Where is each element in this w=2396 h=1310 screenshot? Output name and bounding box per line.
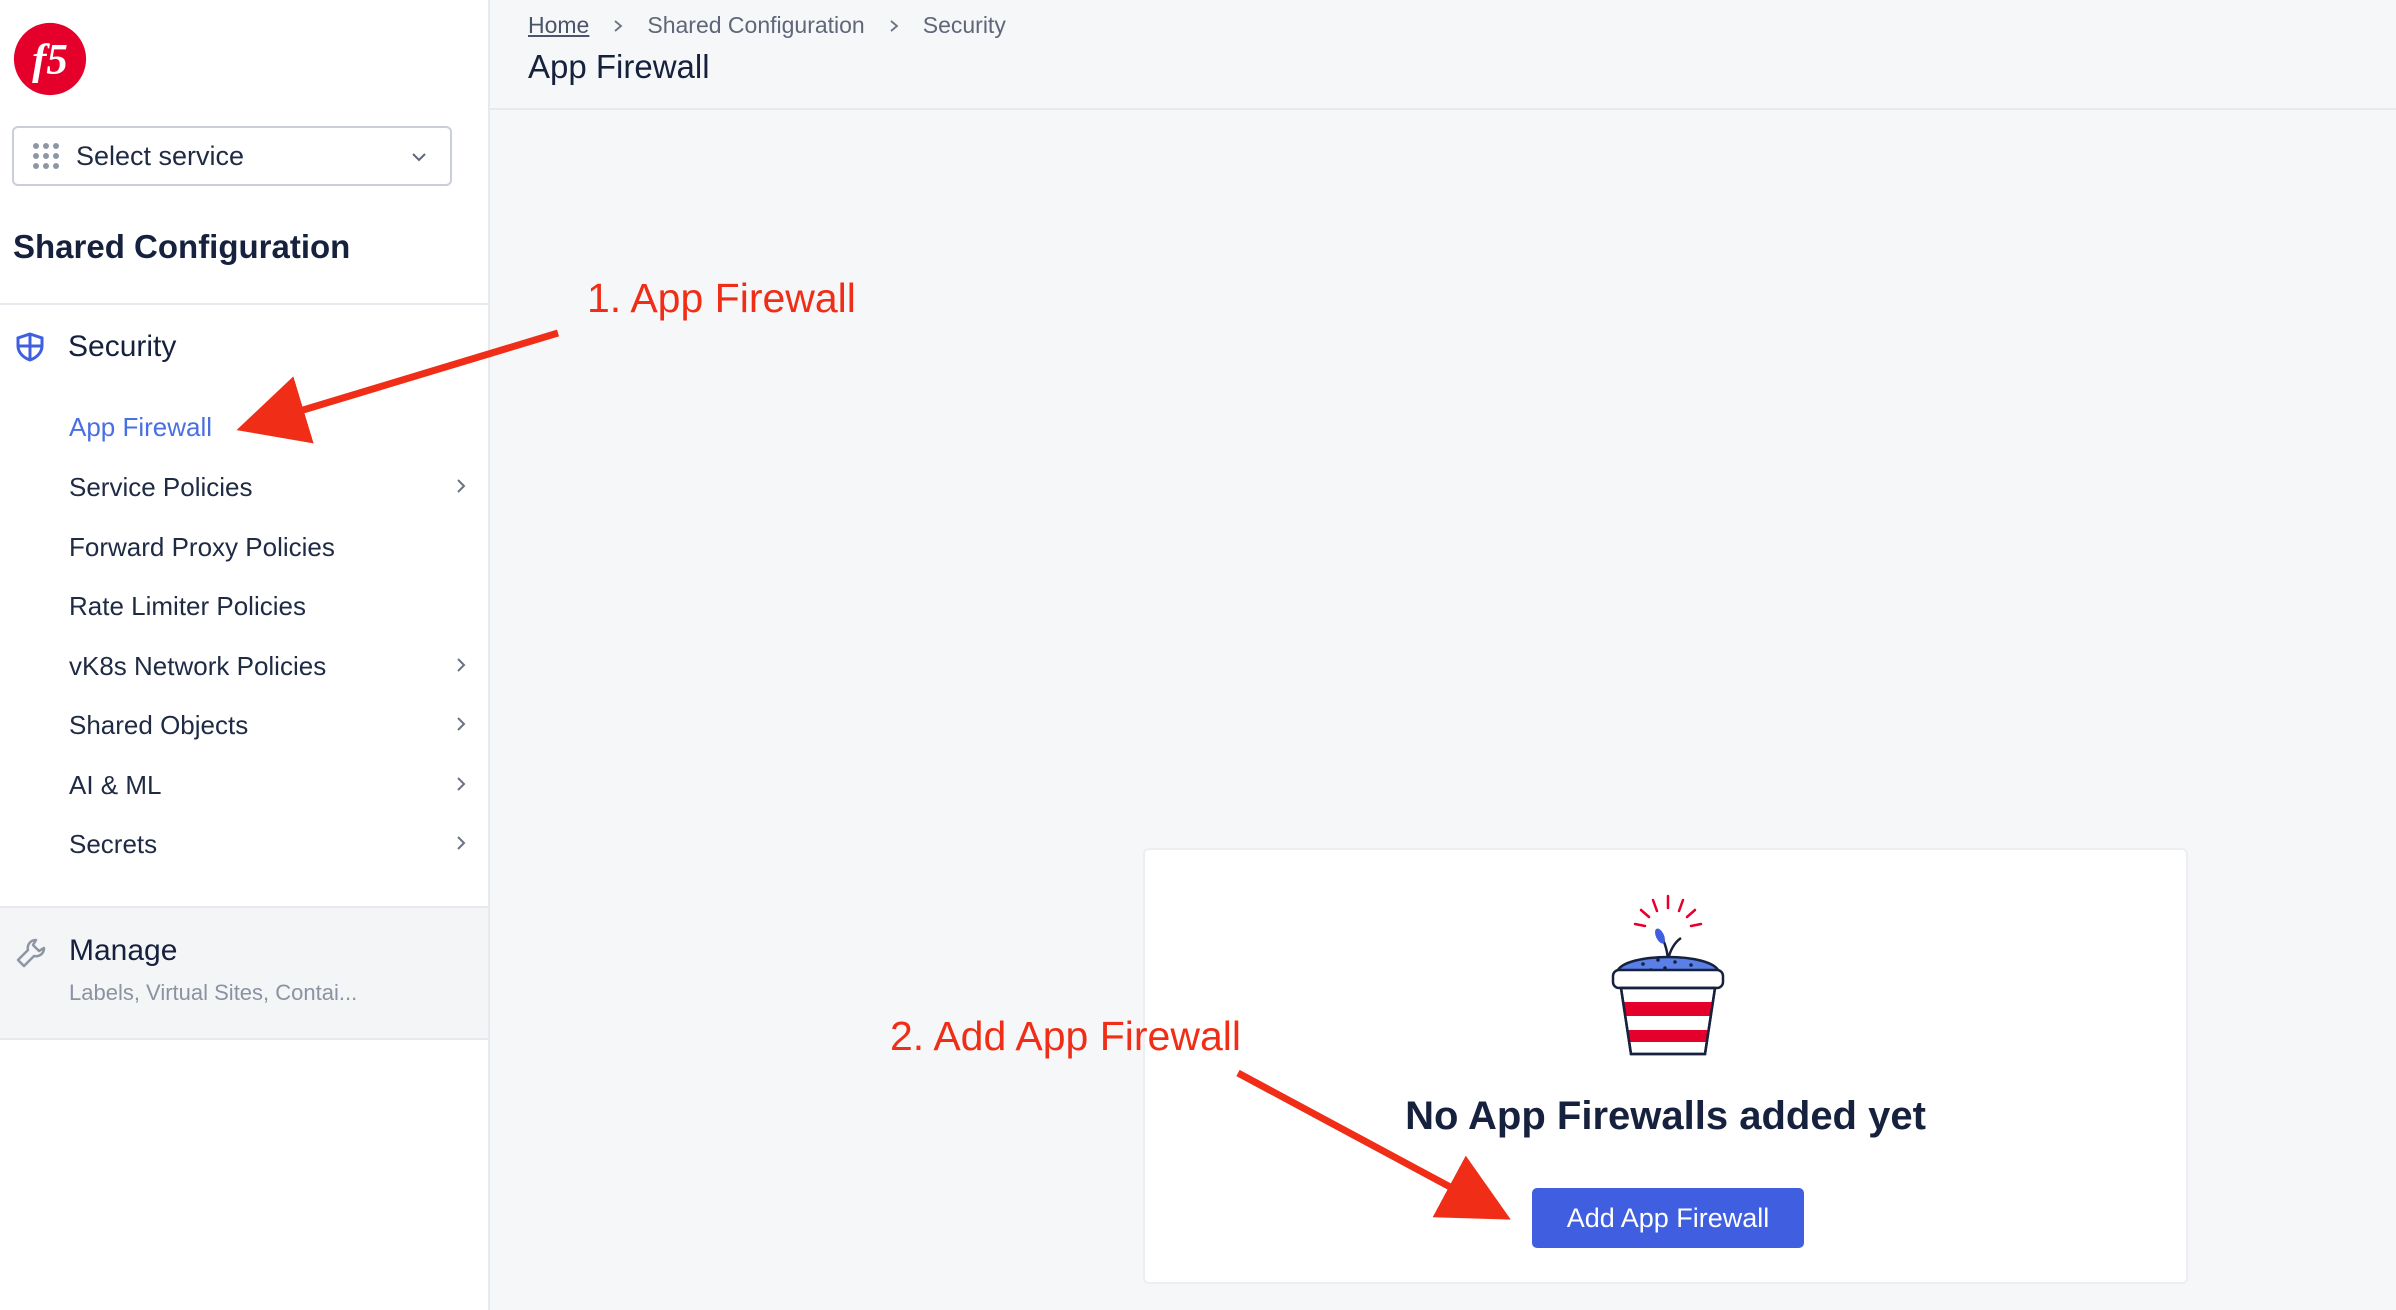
chevron-right-icon	[457, 836, 466, 850]
f5-logo-icon[interactable]: f5	[11, 20, 89, 98]
sidebar-item-ai-ml[interactable]: AI & ML	[69, 765, 469, 805]
breadcrumb: Home Shared Configuration Security	[528, 12, 1006, 39]
chevron-right-icon	[457, 479, 466, 493]
sidebar-item-label: Secrets	[69, 828, 158, 859]
empty-state-card: No App Firewalls added yet Add App Firew…	[1143, 848, 2188, 1284]
nav-group-label: Manage	[69, 934, 178, 967]
sidebar-item-label: Forward Proxy Policies	[69, 531, 335, 562]
chevron-right-icon	[457, 777, 466, 791]
chevron-right-icon	[457, 658, 466, 672]
chevron-right-icon	[614, 19, 623, 32]
sidebar-item-label: AI & ML	[69, 769, 162, 800]
sidebar-item-forward-proxy-policies[interactable]: Forward Proxy Policies	[69, 527, 469, 567]
sidebar-item-rate-limiter-policies[interactable]: Rate Limiter Policies	[69, 586, 469, 626]
section-title: Shared Configuration	[13, 228, 351, 265]
sidebar-item-service-policies[interactable]: Service Policies	[69, 467, 469, 507]
empty-state-title: No App Firewalls added yet	[1405, 1094, 1926, 1138]
chevron-down-icon	[412, 153, 426, 162]
breadcrumb-item[interactable]: Shared Configuration	[647, 12, 864, 39]
divider	[0, 303, 488, 305]
sidebar-item-label: Rate Limiter Policies	[69, 590, 306, 621]
page-title: App Firewall	[528, 48, 710, 85]
sidebar-item-label: Shared Objects	[69, 709, 249, 740]
sidebar-item-app-firewall[interactable]: App Firewall	[69, 407, 469, 447]
nav-group-subtitle: Labels, Virtual Sites, Contai...	[69, 980, 358, 1005]
chevron-right-icon	[890, 19, 899, 32]
sidebar-item-label: vK8s Network Policies	[69, 650, 327, 681]
sidebar: f5 Select service Shared Configuration S…	[0, 0, 490, 1310]
sidebar-item-shared-objects[interactable]: Shared Objects	[69, 705, 469, 745]
annotation-step1: 1. App Firewall	[587, 275, 856, 321]
sidebar-item-label: Service Policies	[69, 471, 253, 502]
breadcrumb-home-link[interactable]: Home	[528, 12, 589, 39]
sidebar-item-vk8s-network-policies[interactable]: vK8s Network Policies	[69, 646, 469, 686]
breadcrumb-item[interactable]: Security	[923, 12, 1006, 39]
plant-pot-icon	[1611, 894, 1725, 1056]
chevron-right-icon	[457, 717, 466, 731]
select-service-label: Select service	[76, 140, 245, 171]
nav-group-manage[interactable]: Manage Labels, Virtual Sites, Contai...	[0, 906, 488, 1040]
sidebar-item-label: App Firewall	[69, 411, 213, 442]
wrench-icon	[16, 938, 46, 968]
select-service-dropdown[interactable]: Select service	[12, 126, 452, 186]
sidebar-item-secrets[interactable]: Secrets	[69, 824, 469, 864]
page-header: Home Shared Configuration Security App F…	[490, 0, 2396, 110]
nav-group-security[interactable]: Security	[14, 330, 176, 364]
shield-icon	[16, 332, 44, 362]
annotation-step2: 2. Add App Firewall	[890, 1013, 1241, 1059]
svg-text:f5: f5	[32, 37, 68, 84]
grid-dots-icon	[33, 143, 59, 169]
nav-group-label: Security	[68, 330, 177, 363]
add-app-firewall-button[interactable]: Add App Firewall	[1532, 1188, 1804, 1248]
